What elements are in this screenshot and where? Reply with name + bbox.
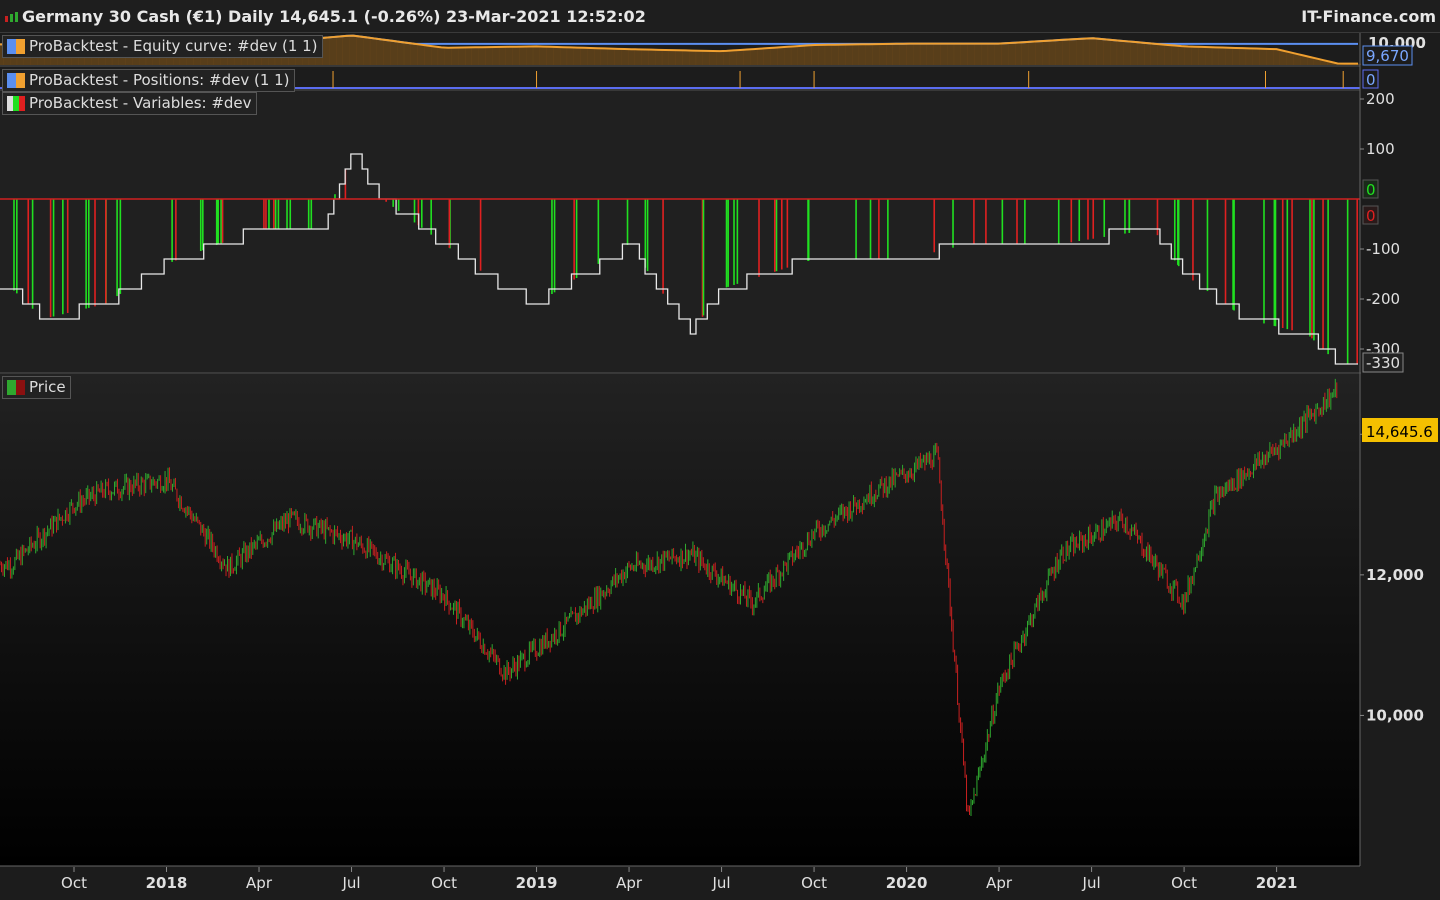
chart-canvas[interactable]: 10,000 9,670 0 200100-100-200-300 0 0 -3… — [0, 0, 1440, 900]
var-tick-label: 100 — [1366, 140, 1395, 158]
equity-legend[interactable]: ProBacktest - Equity curve: #dev (1 1) — [2, 35, 323, 58]
equity-legend-label: ProBacktest - Equity curve: #dev (1 1) — [29, 37, 318, 55]
last-price-label: 14,645.6 — [1366, 423, 1433, 441]
variables-legend[interactable]: ProBacktest - Variables: #dev — [2, 92, 257, 115]
time-tick-label: Oct — [1171, 874, 1197, 892]
time-tick-label: Jul — [1082, 874, 1101, 892]
positions-value-label: 0 — [1366, 71, 1376, 89]
var-tick-label: -100 — [1366, 240, 1400, 258]
equity-value-label: 9,670 — [1366, 47, 1409, 65]
time-tick-label: 2021 — [1256, 874, 1298, 892]
time-tick-label: Jul — [341, 874, 360, 892]
time-tick-label: Apr — [986, 874, 1013, 892]
var-red-badge-label: 0 — [1366, 207, 1376, 225]
price-tick-label: 10,000 — [1366, 706, 1424, 724]
variables-swatch-icon — [7, 96, 25, 111]
positions-legend-label: ProBacktest - Positions: #dev (1 1) — [29, 71, 290, 89]
var-last-badge-label: -330 — [1366, 354, 1400, 372]
price-panel[interactable] — [0, 374, 1360, 866]
time-tick-label: Jul — [711, 874, 730, 892]
equity-swatch-icon — [7, 39, 25, 54]
time-tick-label: Apr — [246, 874, 273, 892]
time-tick-label: 2018 — [146, 874, 188, 892]
time-tick-label: Oct — [61, 874, 87, 892]
var-tick-label: 200 — [1366, 90, 1395, 108]
price-legend-label: Price — [29, 378, 66, 396]
var-tick-label: -200 — [1366, 290, 1400, 308]
price-tick-label: 12,000 — [1366, 566, 1424, 584]
time-tick-label: Oct — [431, 874, 457, 892]
price-swatch-icon — [7, 380, 25, 395]
positions-legend[interactable]: ProBacktest - Positions: #dev (1 1) — [2, 69, 295, 92]
price-legend[interactable]: Price — [2, 376, 71, 399]
variables-panel[interactable] — [0, 91, 1360, 373]
time-tick-label: Apr — [616, 874, 643, 892]
variables-legend-label: ProBacktest - Variables: #dev — [29, 94, 252, 112]
positions-swatch-icon — [7, 73, 25, 88]
time-tick-label: Oct — [801, 874, 827, 892]
time-tick-label: 2020 — [886, 874, 928, 892]
time-tick-label: 2019 — [516, 874, 558, 892]
var-green-badge-label: 0 — [1366, 181, 1376, 199]
